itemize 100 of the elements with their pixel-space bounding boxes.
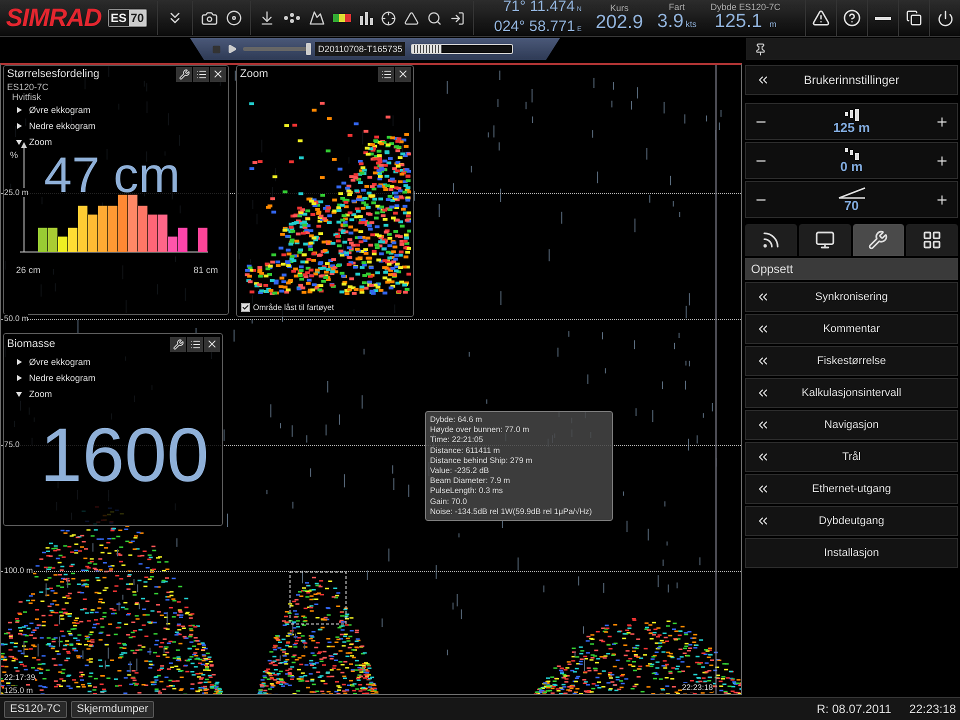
model-badge: ES 70 — [108, 9, 147, 27]
menu-item[interactable]: Kalkulasjonsintervall — [745, 378, 958, 408]
layer-label[interactable]: Øvre ekkogram — [29, 105, 91, 115]
list-button[interactable] — [378, 66, 394, 82]
tooltip-line: PulseLength: 0.3 ms — [430, 486, 504, 497]
time-label: 22:23:18 — [909, 702, 956, 716]
close-icon — [397, 68, 409, 80]
slider-thumb[interactable] — [306, 43, 311, 55]
monitor-icon — [814, 230, 835, 250]
dots-icon[interactable] — [282, 11, 301, 25]
close-button[interactable] — [210, 66, 226, 82]
expand-triangle-icon[interactable] — [16, 139, 22, 145]
stepper-value: 0 m — [840, 160, 863, 174]
layer-label[interactable]: Nedre ekkogram — [29, 121, 96, 131]
depth-label: 50.0 m — [4, 314, 28, 323]
close-icon — [212, 68, 224, 80]
echo-icon — [760, 230, 781, 250]
help-icon — [843, 9, 861, 27]
angle-icon — [838, 186, 866, 198]
tools-icon — [868, 230, 888, 250]
color-scale-icon[interactable] — [332, 14, 351, 22]
histogram-bar — [198, 228, 208, 252]
tools-button[interactable] — [170, 336, 186, 352]
layer-label[interactable]: Zoom — [29, 389, 52, 399]
tooltip-line: Distance behind Ship: 279 m — [430, 456, 534, 466]
settings-header[interactable]: Brukerinnstillinger — [745, 65, 958, 95]
bars-icon — [844, 148, 860, 160]
panel-tab[interactable] — [798, 224, 850, 256]
depth-label: 25.0 m — [4, 188, 28, 197]
panel-tab[interactable] — [906, 224, 958, 256]
close-button[interactable] — [204, 336, 220, 352]
histogram-bar — [138, 206, 148, 252]
window-title: Biomasse — [7, 338, 56, 350]
plus-button[interactable] — [935, 154, 949, 168]
expand-triangle-icon[interactable] — [16, 359, 22, 365]
camera-icon[interactable] — [200, 10, 218, 26]
menu-item[interactable]: Dybdeutgang — [745, 506, 958, 536]
tooltip-line: Value: -235.2 dB — [430, 466, 490, 476]
expand-triangle-icon[interactable] — [16, 375, 22, 381]
pin-icon[interactable] — [754, 42, 767, 56]
layer-label[interactable]: Zoom — [29, 137, 52, 147]
histogram-bar — [148, 214, 158, 252]
histogram-bar — [98, 206, 108, 252]
tooltip-line: Høyde over bunnen: 77.0 m — [430, 425, 530, 436]
plus-button[interactable] — [935, 192, 949, 206]
histogram-bar — [108, 206, 118, 252]
status-button[interactable]: ES120-7C — [4, 700, 67, 718]
time-label: 22:23:18 — [682, 683, 713, 692]
menu-item[interactable]: Kommentar — [745, 314, 958, 344]
wrench-icon — [172, 338, 184, 350]
histogram-bar — [88, 214, 98, 252]
enter-arrow-icon[interactable] — [450, 10, 465, 26]
status-button[interactable]: Skjermdumper — [70, 700, 154, 718]
panel-tab[interactable] — [852, 224, 904, 256]
species-label: Hvitfisk — [11, 92, 42, 102]
tooltip-line: Gain: 70.0 — [430, 496, 468, 507]
crosshair-icon[interactable] — [380, 10, 396, 26]
menu-item[interactable]: Fiskestørrelse — [745, 346, 958, 376]
record-icon[interactable] — [226, 10, 242, 26]
minimize-icon — [875, 16, 891, 20]
panel-tab[interactable] — [745, 224, 797, 256]
date-label: R: 08.07.2011 — [816, 702, 892, 716]
expand-triangle-icon[interactable] — [16, 391, 22, 397]
warning-icon — [812, 9, 830, 27]
window-title: Zoom — [240, 68, 270, 80]
menu-item[interactable]: Trål — [745, 442, 958, 472]
axis-label: 81 cm — [193, 265, 218, 275]
search-icon[interactable] — [426, 10, 442, 26]
menu-item[interactable]: Ethernet-utgang — [745, 474, 958, 504]
menu-item[interactable]: Synkronisering — [745, 282, 958, 312]
layer-label[interactable]: Nedre ekkogram — [29, 373, 96, 383]
bar-chart-icon[interactable] — [358, 11, 373, 25]
list-button[interactable] — [193, 66, 209, 82]
slope-icon[interactable] — [308, 10, 325, 26]
list-button[interactable] — [187, 336, 203, 352]
close-button[interactable] — [395, 66, 411, 82]
file-name: D20110708-T165735 — [315, 42, 406, 56]
expand-triangle-icon[interactable] — [16, 107, 22, 113]
section-header: Oppsett — [745, 258, 958, 280]
checkbox[interactable] — [241, 303, 250, 312]
time-label: 22:17:39 — [4, 673, 36, 682]
histogram-bar — [128, 194, 138, 252]
tools-button[interactable] — [176, 66, 192, 82]
checkbox-label[interactable]: Område låst til fartøyet — [253, 303, 334, 312]
depth-label: 125.0 m — [4, 686, 33, 694]
triangle-icon[interactable] — [404, 10, 419, 26]
play-icon[interactable] — [227, 44, 237, 54]
power-icon — [936, 10, 954, 26]
layer-label[interactable]: Øvre ekkogram — [29, 357, 91, 367]
histogram-bar — [118, 194, 128, 252]
menu-item[interactable]: Navigasjon — [745, 410, 958, 440]
grid-icon — [922, 230, 942, 250]
depth-label: 75.0 — [4, 440, 20, 449]
tooltip-line: Dybde: 64.6 m — [430, 415, 484, 426]
expand-triangle-icon[interactable] — [16, 123, 22, 129]
plus-button[interactable] — [935, 114, 949, 128]
stepper-value: 125 m — [833, 120, 870, 134]
close-icon — [206, 338, 218, 350]
selection-box[interactable] — [288, 570, 348, 626]
menu-item[interactable]: Installasjon — [745, 538, 958, 568]
